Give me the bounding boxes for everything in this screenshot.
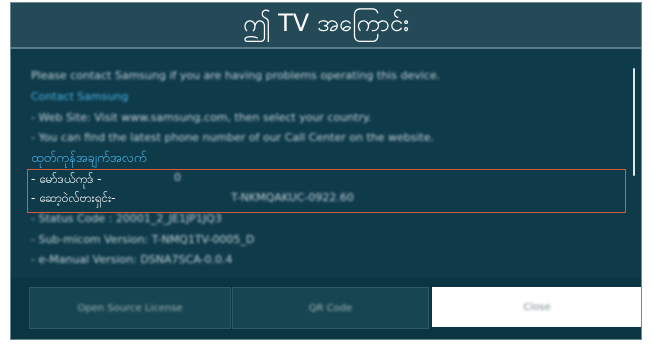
e-manual-version: - e-Manual Version: DSNA7SCA-0.0.4 <box>31 253 233 266</box>
open-source-license-label: Open Source License <box>77 302 183 314</box>
website-info: - Web Site: Visit www.samsung.com, then … <box>31 111 372 124</box>
product-info-heading: ထုတ်ကုန်အချက်အလက် <box>31 151 147 166</box>
close-label: Close <box>523 301 551 313</box>
info-content: Please contact Samsung if you are having… <box>31 65 631 270</box>
contact-intro: Please contact Samsung if you are having… <box>31 69 441 82</box>
selected-info-highlight <box>27 169 626 213</box>
dialog-title-text: ဤ TV အကြောင်း <box>242 9 410 37</box>
qr-code-label: QR Code <box>308 302 353 314</box>
qr-code-button[interactable]: QR Code <box>232 287 429 329</box>
about-tv-dialog: ဤ TV အကြောင်း Please contact Samsung if … <box>10 2 642 340</box>
close-button[interactable]: Close <box>432 287 641 327</box>
dialog-title: ဤ TV အကြောင်း <box>11 3 641 49</box>
open-source-license-button[interactable]: Open Source License <box>29 287 231 329</box>
sub-micom-version: - Sub-micom Version: T-NMQ1TV-0005_D <box>31 233 255 246</box>
contact-samsung-link[interactable]: Contact Samsung <box>31 90 128 103</box>
content-scrollbar[interactable] <box>633 68 635 176</box>
status-code: - Status Code : 20001_2_JE1JP1JQ3 <box>31 212 222 225</box>
call-center-info: - You can find the latest phone number o… <box>31 131 435 144</box>
